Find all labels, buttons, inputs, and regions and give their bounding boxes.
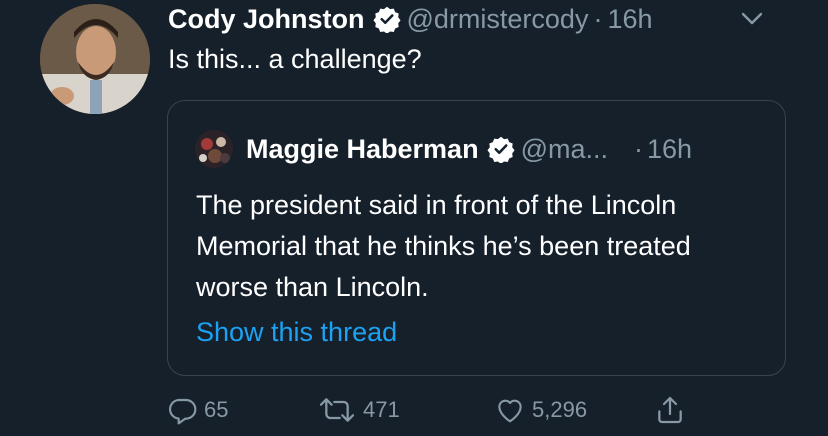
share-button[interactable]	[654, 390, 692, 430]
tweet-text: Is this... a challenge?	[168, 44, 422, 74]
like-icon	[498, 399, 522, 423]
retweet-icon	[319, 398, 355, 422]
quoted-author-handle: @ma...	[520, 133, 608, 164]
author-avatar[interactable]	[40, 4, 150, 114]
author-handle[interactable]: @drmistercody	[407, 4, 589, 35]
reply-icon	[169, 398, 197, 425]
verified-badge-icon	[372, 5, 401, 34]
quoted-author-avatar	[195, 130, 233, 168]
tweet-header: Cody Johnston @drmistercody · 16h	[168, 1, 653, 37]
quoted-author-name: Maggie Haberman	[246, 133, 479, 164]
retweet-button[interactable]: 471	[317, 390, 400, 430]
separator-dot: ·	[633, 133, 643, 164]
tweet-time[interactable]: 16h	[607, 4, 652, 35]
share-icon	[658, 396, 682, 424]
verified-badge-icon	[487, 135, 515, 164]
retweet-count: 471	[363, 397, 400, 422]
quoted-tweet-time: 16h	[646, 133, 693, 164]
quoted-tweet-card[interactable]: Maggie Haberman @ma... · 16h The preside…	[167, 100, 786, 376]
tweet-actions: 65 471 5,296	[166, 390, 726, 430]
show-thread-link[interactable]: Show this thread	[196, 317, 397, 348]
author-avatar-image	[40, 4, 150, 114]
like-button[interactable]: 5,296	[494, 390, 587, 430]
quoted-tweet-header: Maggie Haberman @ma... · 16h	[246, 131, 692, 167]
reply-count: 65	[204, 397, 229, 422]
author-name[interactable]: Cody Johnston	[168, 4, 365, 35]
reply-button[interactable]: 65	[166, 390, 228, 430]
separator-dot: ·	[593, 3, 603, 34]
like-count: 5,296	[532, 397, 588, 422]
chevron-down-icon[interactable]	[738, 5, 766, 31]
quoted-tweet-text: The president said in front of the Linco…	[196, 190, 691, 302]
quoted-author-avatar-image	[195, 130, 233, 168]
